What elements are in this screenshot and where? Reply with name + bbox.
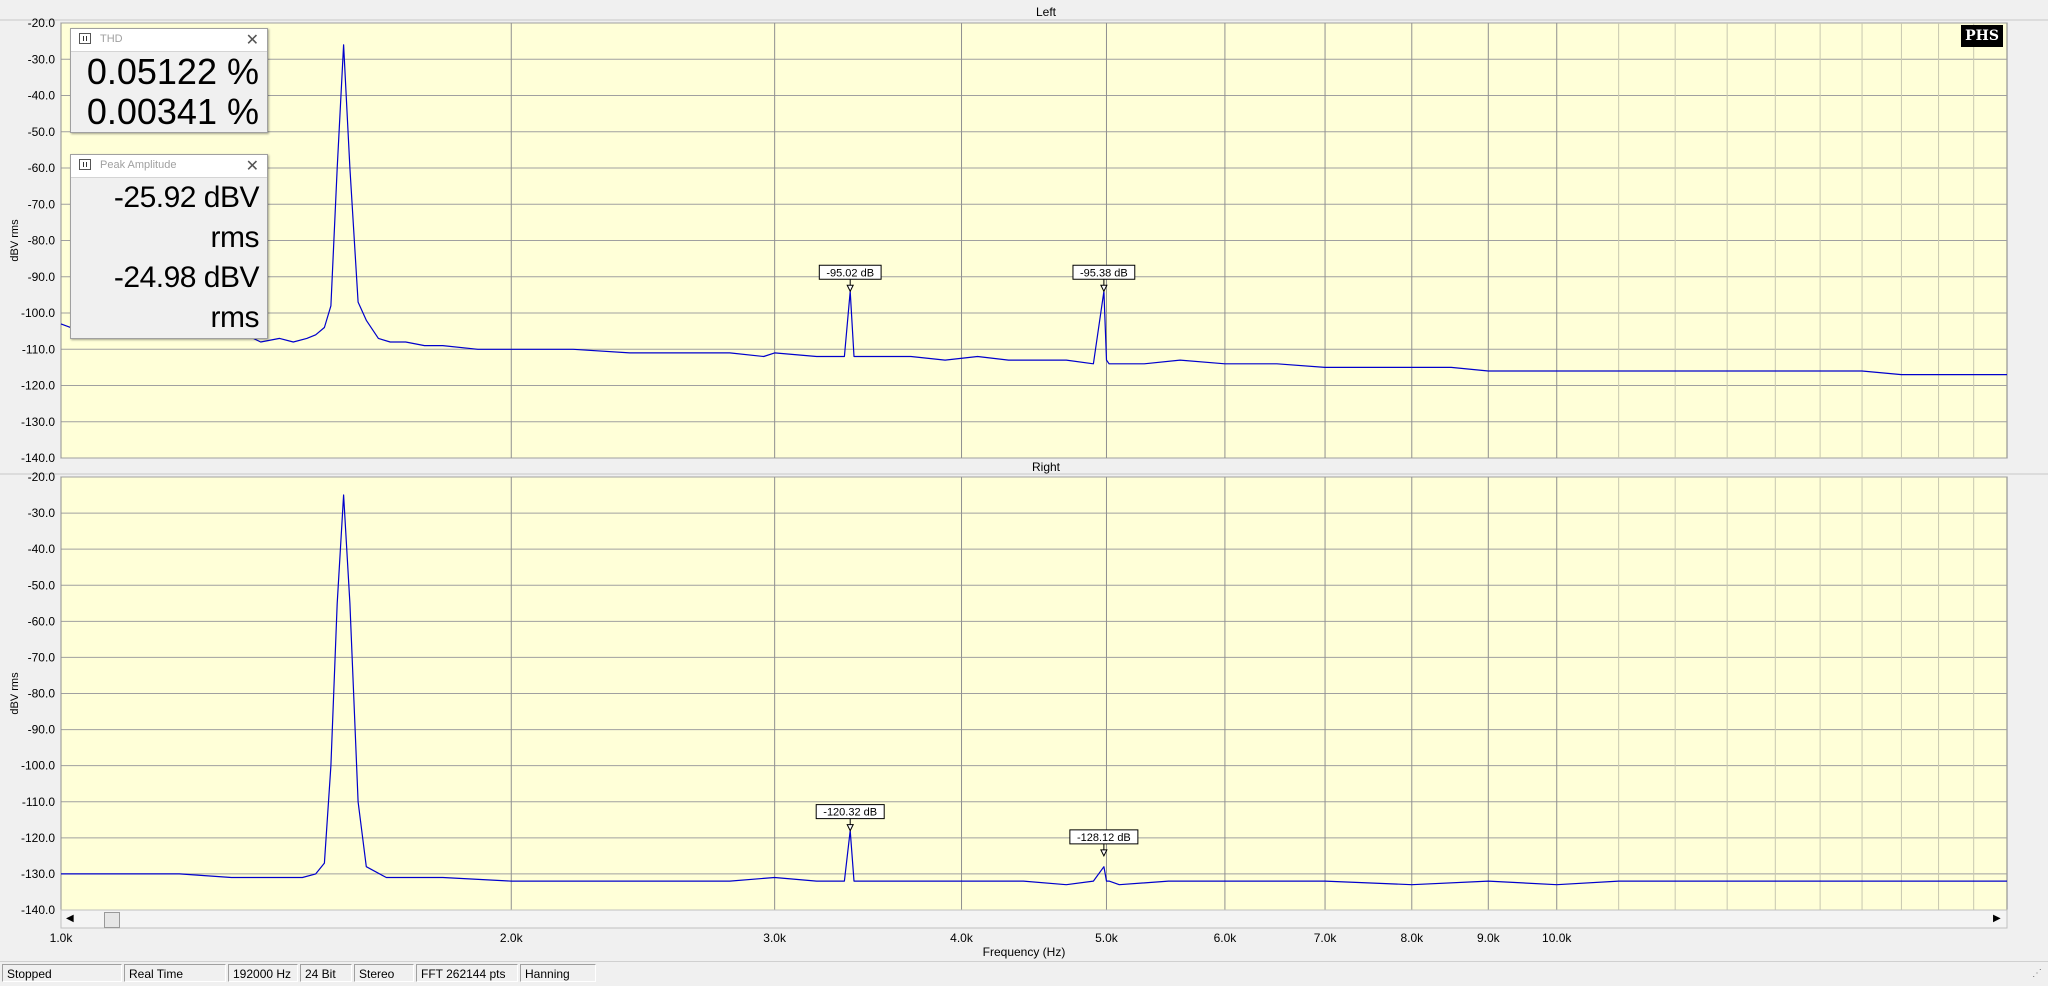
y-tick-label: -120.0	[21, 379, 55, 393]
peak-value-left: -25.92 dBV rms	[113, 181, 260, 254]
y-tick-label: -20.0	[28, 470, 56, 484]
y-tick-label: -50.0	[28, 125, 56, 139]
peak-amplitude-meter[interactable]: Peak Amplitude ✕ -25.92 dBV rms -24.98 d…	[70, 154, 268, 339]
peak-value-right: -24.98 dBV rms	[113, 261, 260, 334]
resize-grip-icon[interactable]: ⋰	[2032, 968, 2044, 980]
status-fft-size: FFT 262144 pts	[416, 964, 518, 982]
y-tick-label: -70.0	[28, 650, 56, 664]
x-tick-label: 4.0k	[950, 931, 974, 945]
marker-label: -95.38 dB	[1080, 267, 1128, 279]
meter-window-icon	[79, 33, 91, 44]
spectrum-plot: -20.0 -30.0 -40.0 -50.0 -60.0 -70.0 -80.0 -90.0…	[0, 0, 2048, 961]
y-tick-label: -20.0	[28, 16, 56, 30]
x-tick-label: 3.0k	[763, 931, 787, 945]
phs-logo: PHS	[1961, 25, 2003, 47]
y-tick-label: -110.0	[22, 795, 55, 809]
y-axis-label: dBV rms	[9, 219, 21, 262]
status-mode: Real Time	[124, 964, 226, 982]
x-tick-label: 8.0k	[1400, 931, 1424, 945]
scroll-left-arrow[interactable]: ◀	[66, 914, 74, 924]
scrollbar-track	[60, 909, 2008, 929]
x-tick-label: 1.0k	[50, 931, 74, 945]
y-tick-label: -60.0	[28, 614, 56, 628]
thd-value-left: 0.05122 %	[86, 51, 259, 92]
status-window-function: Hanning	[520, 964, 596, 982]
x-tick-label: 10.0k	[1542, 931, 1572, 945]
x-axis-label: Frequency (Hz)	[983, 945, 1066, 959]
thd-meter-header[interactable]: THD ✕	[71, 29, 267, 52]
x-tick-label: 7.0k	[1314, 931, 1338, 945]
y-tick-label: -90.0	[28, 723, 56, 737]
x-tick-label: 9.0k	[1477, 931, 1501, 945]
y-tick-label: -30.0	[28, 52, 56, 66]
y-tick-label: -110.0	[22, 342, 55, 356]
status-bit-depth: 24 Bit	[300, 964, 352, 982]
y-tick-label: -40.0	[28, 89, 56, 103]
close-icon[interactable]: ✕	[246, 156, 259, 176]
status-bar: Stopped Real Time 192000 Hz 24 Bit Stere…	[0, 961, 2048, 986]
analyzer-window: -20.0 -30.0 -40.0 -50.0 -60.0 -70.0 -80.0 -90.0…	[0, 0, 2048, 986]
y-tick-label: -140.0	[21, 903, 55, 917]
y-tick-label: -130.0	[21, 415, 55, 429]
status-channels: Stereo	[354, 964, 414, 982]
y-tick-label: -40.0	[28, 542, 56, 556]
marker-label: -128.12 dB	[1077, 832, 1131, 844]
y-tick-label: -80.0	[28, 234, 56, 248]
thd-value-right: 0.00341 %	[86, 91, 259, 132]
y-tick-label: -130.0	[21, 867, 55, 881]
y-tick-label: -120.0	[21, 831, 55, 845]
x-tick-label: 6.0k	[1214, 931, 1238, 945]
thd-meter-title: THD	[100, 33, 123, 45]
marker-label: -95.02 dB	[826, 267, 874, 279]
y-tick-label: -60.0	[28, 161, 56, 175]
y-tick-label: -100.0	[21, 306, 55, 320]
thd-meter[interactable]: THD ✕ 0.05122 % 0.00341 %	[70, 28, 268, 133]
scroll-right-arrow[interactable]: ▶	[1993, 914, 2001, 924]
marker-label: -120.32 dB	[823, 807, 877, 819]
peak-meter-header[interactable]: Peak Amplitude ✕	[71, 155, 267, 178]
status-sample-rate: 192000 Hz	[228, 964, 298, 982]
y-tick-label: -140.0	[21, 451, 55, 465]
close-icon[interactable]: ✕	[246, 30, 259, 50]
y-tick-label: -70.0	[28, 197, 56, 211]
status-state: Stopped	[2, 964, 122, 982]
peak-meter-title: Peak Amplitude	[100, 159, 177, 171]
scroll-thumb[interactable]	[104, 912, 120, 928]
panel-title-right: Right	[1032, 460, 1061, 474]
y-tick-label: -30.0	[28, 506, 56, 520]
y-tick-label: -100.0	[21, 759, 55, 773]
y-tick-label: -90.0	[28, 270, 56, 284]
x-tick-label: 5.0k	[1095, 931, 1119, 945]
y-tick-label: -80.0	[28, 687, 56, 701]
y-axis-label: dBV rms	[9, 672, 21, 715]
y-tick-label: -50.0	[28, 578, 56, 592]
x-tick-label: 2.0k	[500, 931, 524, 945]
panel-title-left: Left	[1036, 5, 1057, 19]
meter-window-icon	[79, 159, 91, 170]
